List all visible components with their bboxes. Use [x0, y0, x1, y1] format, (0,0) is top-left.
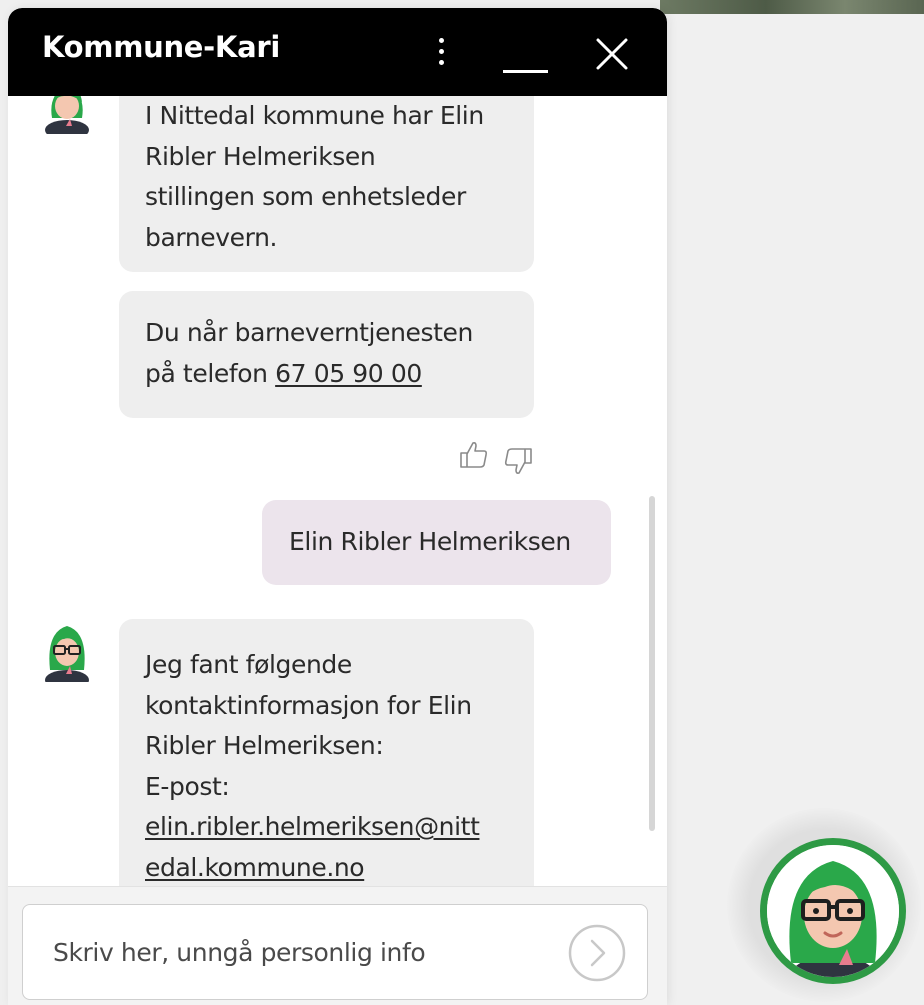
send-arrow-icon[interactable]: [567, 923, 627, 983]
message-line: I Nittedal kommune har Elin: [145, 101, 484, 130]
chat-launcher-button[interactable]: [760, 838, 906, 984]
user-message-bubble: Elin Ribler Helmeriksen: [262, 500, 611, 585]
phone-link[interactable]: 67 05 90 00: [275, 359, 422, 388]
thumbs-up-icon[interactable]: [458, 439, 490, 471]
thumbs-down-icon[interactable]: [502, 445, 534, 477]
message-line: Du når barneverntjenesten: [145, 318, 473, 347]
close-icon[interactable]: [592, 34, 632, 74]
email-link[interactable]: elin.ribler.helmeriksen@nitt: [145, 807, 534, 848]
bot-message-bubble: Jeg fant følgende kontaktinformasjon for…: [119, 619, 534, 886]
bot-message-bubble: I Nittedal kommune har Elin Ribler Helme…: [119, 96, 534, 272]
bot-avatar-icon: [45, 96, 89, 134]
bot-message-bubble: Du når barneverntjenesten på telefon 67 …: [119, 291, 534, 418]
background-image-strip: [660, 0, 924, 14]
chat-title: Kommune-Kari: [42, 30, 281, 64]
message-input-box[interactable]: [22, 904, 648, 1000]
message-line: kontaktinformasjon for Elin: [145, 690, 472, 720]
email-link-part: elin.ribler.helmeriksen@nitt: [145, 812, 480, 841]
message-line: barnevern.: [145, 222, 278, 252]
message-line: Ribler Helmeriksen: [145, 141, 376, 171]
bot-avatar-icon: [45, 626, 89, 682]
message-line: Elin Ribler Helmeriksen: [289, 527, 571, 556]
minimize-icon[interactable]: [500, 38, 552, 78]
chat-window: Kommune-Kari I Nittedal kommune har Elin…: [8, 8, 667, 1005]
message-line: E-post:: [145, 771, 230, 801]
message-list[interactable]: I Nittedal kommune har Elin Ribler Helme…: [8, 96, 667, 886]
message-input[interactable]: [53, 934, 543, 970]
message-line: Jeg fant følgende: [145, 650, 352, 679]
email-link[interactable]: edal.kommune.no: [145, 848, 534, 887]
chat-header: Kommune-Kari: [8, 8, 667, 96]
message-line: på telefon: [145, 358, 276, 388]
scrollbar[interactable]: [649, 496, 655, 831]
message-line: Ribler Helmeriksen:: [145, 731, 384, 760]
message-line: stillingen som enhetsleder: [145, 182, 466, 211]
email-link-part: edal.kommune.no: [145, 852, 365, 882]
kari-avatar-icon: [767, 845, 899, 977]
vertical-dots-icon[interactable]: [426, 30, 456, 74]
input-area: [8, 886, 667, 1005]
